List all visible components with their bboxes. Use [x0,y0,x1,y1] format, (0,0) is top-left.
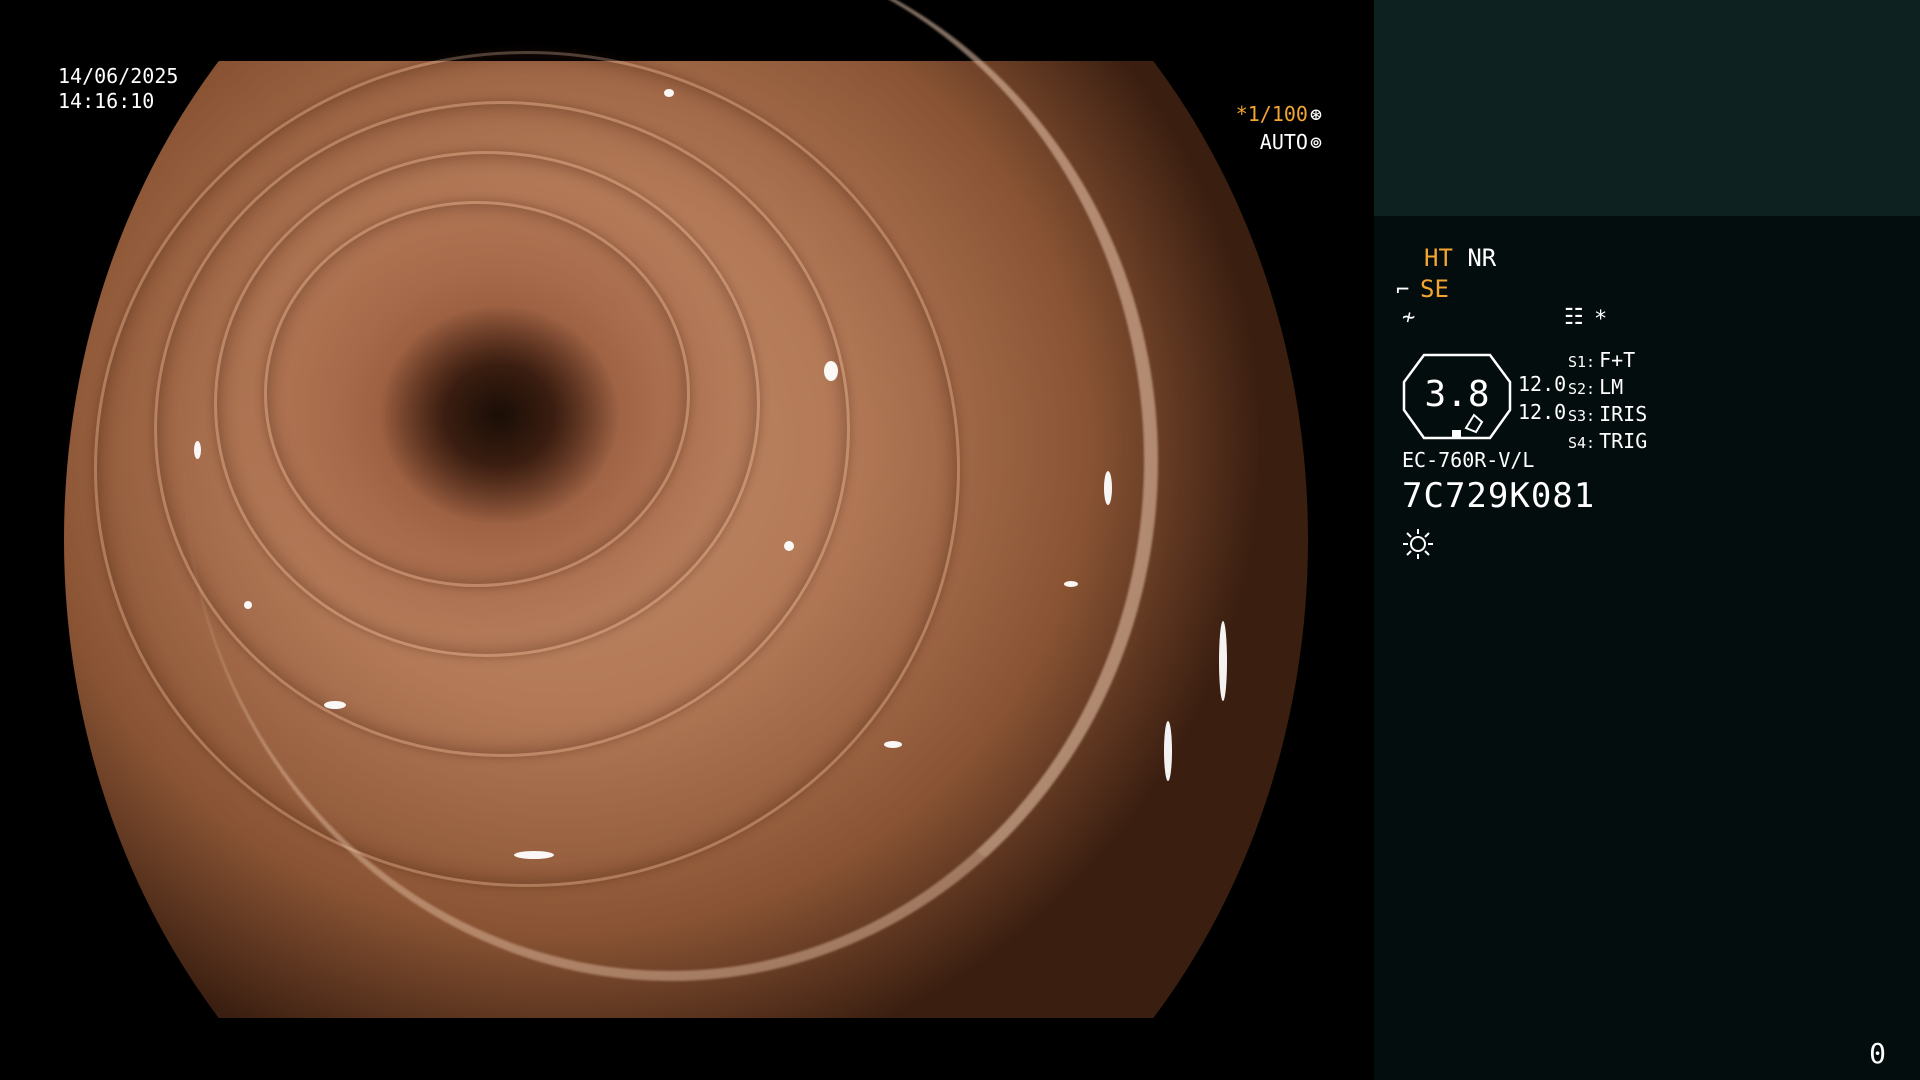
scope-switch-list: S1: F+T S2: LM S3: IRIS S4: TRIG [1568,348,1647,456]
gain-value: 12.0 [1518,372,1567,396]
endoscopy-monitor: 14/06/2025 14:16:10 *1/100 ⊛ AUTO ⊚ HT NR … [0,0,1920,1080]
structure-enhance-icon: ⌐ [1396,278,1410,303]
light-reflection [514,851,554,859]
switch-item: S2: LM [1568,375,1624,399]
switch-item: S3: IRIS [1568,402,1648,426]
endoscope-video-area: 14/06/2025 14:16:10 *1/100 ⊛ AUTO ⊚ [0,0,1374,1080]
image-mode-indicators: HT NR ⌐ SE [1396,243,1496,306]
se-indicator: SE [1420,275,1449,303]
status-icon-row: ≁ ☷ * [1402,305,1642,333]
light-reflection [1104,471,1112,505]
switch-item: S1: F+T [1568,348,1636,372]
endoscopic-image [64,0,1308,1018]
switch-item: S4: TRIG [1568,429,1648,453]
ht-indicator: HT [1424,244,1453,272]
shutter-info: *1/100 ⊛ AUTO ⊚ [1236,100,1322,156]
light-reflection [1064,581,1078,587]
gain-value: 12.0 [1518,400,1567,424]
shutter-mode: AUTO ⊚ [1236,128,1322,156]
gain-values: 12.0 12.0 [1518,370,1566,426]
shutter-speed: *1/100 ⊛ [1236,100,1322,128]
light-reflection [1219,621,1227,701]
light-reflection [784,541,794,551]
light-reflection [1164,721,1172,781]
shutter-speed-text: *1/100 [1235,102,1308,126]
date-text: 14/06/2025 [58,64,179,88]
time-text: 14:16:10 [58,89,155,113]
nr-indicator: NR [1467,244,1497,272]
mode-line-ht-nr: HT NR [1424,243,1496,274]
aperture-icon: ⊛ [1309,102,1322,126]
light-reflection [884,741,902,748]
light-reflection [244,601,252,609]
mode-line-se: ⌐ SE [1396,274,1496,306]
zoom-value: 3.8 [1424,374,1490,415]
asterisk-indicator: * [1594,307,1608,332]
color-mode-icon: ≁ [1402,305,1416,330]
light-reflection [324,701,346,709]
info-panel: HT NR ⌐ SE ≁ ☷ * 3.8 12.0 12.0 S1: F+T S… [1374,0,1920,1080]
patient-info-box [1374,0,1920,216]
light-reflection [194,441,201,459]
date-time-display: 14/06/2025 14:16:10 [58,64,178,114]
sun-icon [1402,528,1434,564]
scope-serial: 7C729K081 [1402,476,1596,516]
zoom-badge: 3.8 [1402,352,1512,440]
settings-list-icon: ☷ [1564,305,1584,330]
scope-model: EC-760R-V/L [1402,448,1535,472]
page-counter: 0 [1869,1037,1886,1070]
light-reflection [824,361,838,381]
shutter-mode-text: AUTO [1259,130,1308,154]
iris-icon: ⊚ [1309,130,1322,154]
light-reflection [664,89,674,97]
